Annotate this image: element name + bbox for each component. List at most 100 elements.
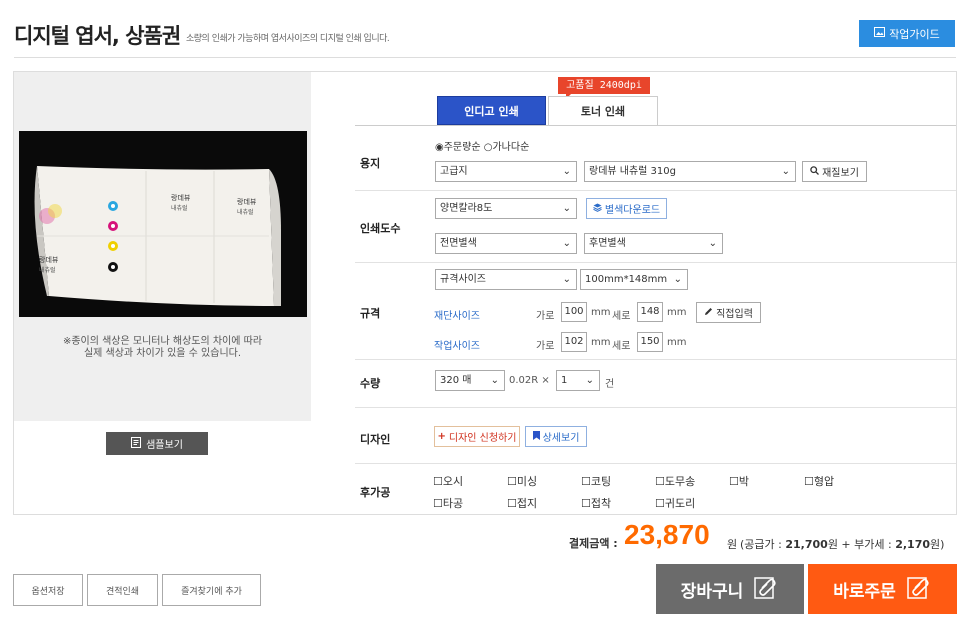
paper-type-select[interactable]: 랑데뷰 내츄럴 310g ⌄	[584, 161, 796, 182]
back-spot-select[interactable]: 후면별색 ⌄	[584, 233, 723, 254]
estimate-print-button[interactable]: 견적인쇄	[87, 574, 158, 606]
spot-color-download-button[interactable]: 별색다운로드	[586, 198, 667, 219]
radio-order-count-label: 주문량순	[443, 142, 481, 153]
ream-multiplier: 0.02R ×	[509, 375, 550, 386]
design-detail-label: 상세보기	[542, 433, 580, 444]
vat-price: 2,170	[895, 538, 931, 551]
design-label: 디자인	[360, 433, 391, 446]
chevron-down-icon: ⌄	[562, 238, 571, 249]
checkbox-label: 귀도리	[664, 497, 696, 510]
chevron-down-icon: ⌄	[673, 274, 682, 285]
checkbox-thomson[interactable]: ☐도무송	[655, 473, 695, 489]
chevron-down-icon: ⌄	[708, 238, 717, 249]
row-divider	[355, 463, 956, 464]
card-brand-1-sub: 내츄럴	[171, 205, 188, 212]
paperclip-icon	[753, 574, 779, 605]
save-options-button[interactable]: 옵션저장	[13, 574, 83, 606]
card-brand-2-sub: 내츄럴	[237, 209, 254, 216]
bookmark-icon	[532, 430, 540, 443]
tab-toner-print[interactable]: 토너 인쇄	[548, 96, 658, 125]
size-preset-select[interactable]: 100mm*148mm ⌄	[580, 269, 688, 290]
paper-category-select[interactable]: 고급지 ⌄	[435, 161, 577, 182]
checkbox-emboss[interactable]: ☐형압	[804, 473, 834, 489]
paperclip-icon	[906, 574, 932, 605]
work-guide-button[interactable]: 작업가이드	[859, 20, 955, 47]
print-color-label: 인쇄도수	[360, 222, 401, 235]
radio-alphabetical[interactable]: ○가나다순	[484, 142, 530, 153]
pencil-icon	[704, 307, 713, 319]
work-height-input[interactable]: 150	[637, 332, 663, 352]
checkbox-coating[interactable]: ☐코팅	[581, 473, 611, 489]
cut-height-unit: mm	[667, 307, 687, 318]
breakdown-mid: 원 + 부가세 :	[827, 538, 892, 551]
product-photo: 랑데뷰 내츄럴 랑데뷰 내츄럴 랑데뷰 내츄럴	[19, 131, 307, 317]
size-label: 규격	[360, 307, 381, 320]
checkbox-foil[interactable]: ☐박	[729, 473, 749, 489]
cut-height-input[interactable]: 148	[637, 302, 663, 322]
price-breakdown: (공급가 : 21,700원 + 부가세 : 2,170원)	[740, 536, 944, 552]
checkbox-round-corner[interactable]: ☐귀도리	[655, 495, 695, 511]
cut-width-label: 가로	[536, 311, 555, 322]
image-icon	[874, 27, 886, 40]
checkbox-glue[interactable]: ☐접착	[581, 495, 611, 511]
document-icon	[131, 436, 142, 451]
paper-label: 용지	[360, 157, 381, 170]
size-type-select[interactable]: 규격사이즈 ⌄	[435, 269, 577, 290]
color-note-line1: ※종이의 색상은 모니터나 해상도의 차이에 따라	[62, 336, 263, 347]
quantity-value: 320 매	[440, 375, 472, 386]
quantity-select[interactable]: 320 매 ⌄	[435, 370, 505, 391]
front-spot-select[interactable]: 전면별색 ⌄	[435, 233, 577, 254]
checkbox-fold[interactable]: ☐접지	[507, 495, 537, 511]
checkbox-label: 미싱	[516, 475, 538, 488]
design-apply-button[interactable]: + 디자인 신청하기	[434, 426, 520, 447]
search-icon	[810, 165, 820, 178]
chevron-down-icon: ⌄	[562, 203, 571, 214]
checkbox-punch[interactable]: ☐타공	[433, 495, 463, 511]
design-detail-button[interactable]: 상세보기	[525, 426, 587, 447]
breakdown-suffix: 원)	[930, 538, 945, 551]
cart-button[interactable]: 장바구니	[656, 564, 804, 614]
work-height-label: 세로	[612, 341, 631, 352]
cut-height-label: 세로	[612, 311, 631, 322]
color-note: ※종이의 색상은 모니터나 해상도의 차이에 따라 실제 색상과 차이가 있을 …	[14, 336, 311, 360]
page-title: 디지털 엽서, 상품권	[14, 24, 181, 48]
print-color-select[interactable]: 양면칼라8도 ⌄	[435, 198, 577, 219]
chevron-down-icon: ⌄	[562, 274, 571, 285]
cut-width-input[interactable]: 100	[561, 302, 587, 322]
color-note-line2: 실제 색상과 차이가 있을 수 있습니다.	[83, 348, 242, 359]
cut-width-unit: mm	[591, 307, 611, 318]
radio-order-count[interactable]: ◉주문량순	[435, 142, 481, 153]
card-brand-1: 랑데뷰	[171, 194, 191, 202]
total-label: 결제금액 :	[569, 537, 618, 550]
direct-input-button[interactable]: 직접입력	[696, 302, 761, 323]
paper-sort-radios: ◉주문량순 ○가나다순	[435, 138, 529, 153]
work-width-label: 가로	[536, 341, 555, 352]
page-subtitle: 소량의 인쇄가 가능하며 엽서사이즈의 디지털 인쇄 입니다.	[186, 34, 390, 44]
cut-size-label: 재단사이즈	[434, 311, 480, 322]
post-processing-label: 후가공	[360, 486, 391, 499]
copies-unit: 건	[605, 379, 615, 390]
copies-select[interactable]: 1 ⌄	[556, 370, 600, 391]
card-brand-2: 랑데뷰	[237, 198, 257, 206]
material-view-label: 재질보기	[822, 168, 859, 179]
row-divider	[355, 262, 956, 263]
total-unit: 원	[727, 538, 738, 551]
material-view-button[interactable]: 재질보기	[802, 161, 867, 182]
sample-view-button[interactable]: 샘플보기	[106, 432, 208, 455]
tab-divider	[355, 125, 956, 126]
header-divider	[14, 57, 956, 58]
tab-indigo-print[interactable]: 인디고 인쇄	[437, 96, 546, 125]
add-favorite-button[interactable]: 즐겨찾기에 추가	[162, 574, 261, 606]
order-now-button[interactable]: 바로주문	[808, 564, 957, 614]
checkbox-osi[interactable]: ☐오시	[433, 473, 463, 489]
work-height-unit: mm	[667, 337, 687, 348]
checkbox-missing[interactable]: ☐미싱	[507, 473, 537, 489]
plus-icon: +	[437, 431, 446, 442]
size-preset-value: 100mm*148mm	[585, 274, 668, 285]
direct-input-label: 직접입력	[716, 309, 753, 320]
work-width-input[interactable]: 102	[561, 332, 587, 352]
row-divider	[355, 190, 956, 191]
card-brand-3: 랑데뷰	[39, 256, 59, 264]
checkbox-label: 형압	[813, 475, 835, 488]
chevron-down-icon: ⌄	[585, 375, 594, 386]
